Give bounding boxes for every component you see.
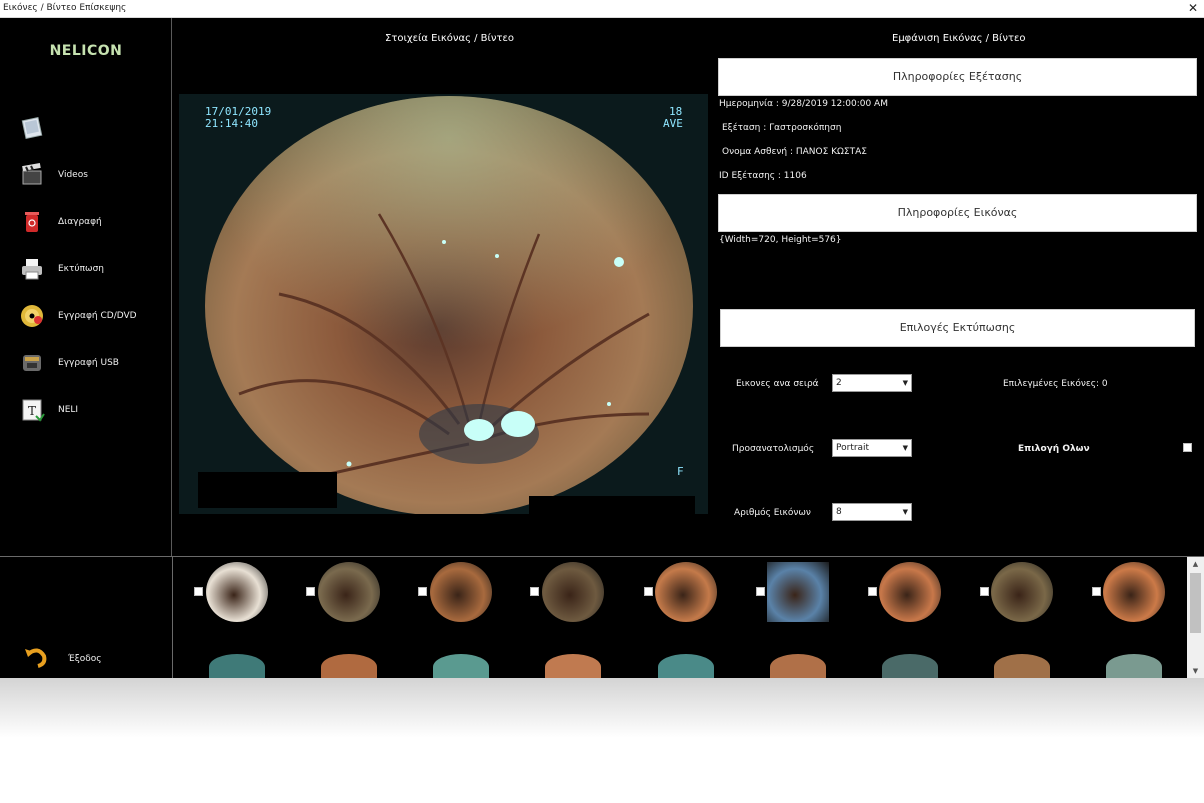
thumbnail-3[interactable] (430, 562, 492, 622)
thumbnail-5[interactable] (655, 562, 717, 622)
endoscopy-image (205, 96, 693, 514)
svg-text:T: T (28, 404, 36, 418)
chevron-down-icon: ▼ (902, 444, 908, 452)
gallery-icon (21, 116, 43, 140)
thumbnail-checkbox[interactable] (1092, 587, 1101, 596)
app-root: Εικόνες / Βίντεο Επίσκεψης ✕ NELICON Vid… (0, 0, 1204, 803)
sidebar-item-label: Videos (58, 170, 88, 180)
thumbnail-checkbox[interactable] (306, 587, 315, 596)
per-row-label: Εικονες ανα σειρά (736, 379, 819, 389)
thumbnail-row2[interactable] (882, 654, 938, 678)
image-size: {Width=720, Height=576} (719, 235, 842, 245)
per-row-value: 2 (836, 378, 842, 388)
thumbnail-strip (173, 557, 1187, 678)
sidebar: NELICON Videos Διαγραφή Εκτύπωση Εγγραφή… (0, 18, 172, 556)
image-info-button[interactable]: Πληροφορίες Εικόνας (718, 194, 1197, 232)
image-count-select[interactable]: 8 ▼ (832, 503, 912, 521)
brand-logo: NELICON (49, 43, 123, 59)
exit-button-area[interactable]: Έξοδος (24, 646, 144, 670)
sidebar-item-burn-cd[interactable]: Εγγραφή CD/DVD (18, 302, 168, 332)
select-all-label: Επιλογή Ολων (1018, 444, 1090, 454)
thumbnail-9[interactable] (1103, 562, 1165, 622)
trash-icon (25, 212, 39, 232)
thumbnail-7[interactable] (879, 562, 941, 622)
thumbnail-scrollbar[interactable]: ▲ ▼ (1187, 557, 1204, 678)
thumbnail-row2[interactable] (994, 654, 1050, 678)
thumbnail-2[interactable] (318, 562, 380, 622)
sidebar-item-burn-usb[interactable]: Εγγραφή USB (18, 349, 168, 379)
text-document-icon: T (22, 399, 45, 422)
thumbnail-checkbox[interactable] (756, 587, 765, 596)
thumbnail-4[interactable] (542, 562, 604, 622)
main-window: NELICON Videos Διαγραφή Εκτύπωση Εγγραφή… (0, 18, 1204, 678)
image-details-heading: Στοιχεία Εικόνας / Βίντεο (385, 33, 515, 44)
sidebar-item-label: Διαγραφή (58, 217, 102, 227)
undo-arrow-icon (25, 648, 47, 668)
exam-date: Ημερομηνία : 9/28/2019 12:00:00 AM (719, 99, 888, 109)
film-clapper-icon (22, 162, 42, 185)
redaction-box (198, 472, 337, 508)
title-bar: Εικόνες / Βίντεο Επίσκεψης ✕ (0, 0, 1204, 18)
orientation-label: Προσανατολισμός (732, 444, 815, 454)
osd-flag: F (677, 465, 684, 478)
thumbnail-row2[interactable] (209, 654, 265, 678)
close-icon[interactable]: ✕ (1188, 1, 1198, 15)
sidebar-item-print[interactable]: Εκτύπωση (18, 255, 168, 285)
image-count-value: 8 (836, 507, 842, 517)
thumbnail-row2[interactable] (545, 654, 601, 678)
chevron-down-icon: ▼ (902, 508, 908, 516)
sidebar-item-neli[interactable]: T NELI (18, 396, 168, 426)
sidebar-item-gallery[interactable] (18, 114, 168, 144)
sidebar-item-label: Εγγραφή CD/DVD (58, 311, 137, 321)
print-options-button[interactable]: Επιλογές Εκτύπωσης (720, 309, 1195, 347)
orientation-value: Portrait (836, 443, 870, 453)
thumbnail-row2[interactable] (770, 654, 826, 678)
window-title: Εικόνες / Βίντεο Επίσκεψης (3, 3, 127, 13)
thumbnail-row2[interactable] (433, 654, 489, 678)
image-count-label: Αριθμός Εικόνων (734, 508, 811, 518)
scroll-up-icon[interactable]: ▲ (1187, 557, 1204, 571)
thumbnail-row2[interactable] (321, 654, 377, 678)
image-viewer[interactable]: 17/01/2019 21:14:40 18 AVE F (179, 94, 708, 514)
exit-label: Έξοδος (68, 654, 102, 664)
thumbnail-checkbox[interactable] (530, 587, 539, 596)
redaction-box (529, 496, 695, 514)
osd-time: 21:14:40 (205, 117, 258, 130)
osd-mode: AVE (663, 117, 683, 130)
chevron-down-icon: ▼ (902, 379, 908, 387)
exam-id: ID Εξέτασης : 1106 (719, 171, 807, 181)
orientation-select[interactable]: Portrait ▼ (832, 439, 912, 457)
per-row-select[interactable]: 2 ▼ (832, 374, 912, 392)
patient-name: Ονομα Ασθενή : ΠΑΝΟΣ ΚΩΣΤΑΣ (722, 147, 867, 157)
scroll-thumb[interactable] (1190, 573, 1201, 633)
usb-drive-icon (23, 355, 41, 371)
thumbnail-row2[interactable] (658, 654, 714, 678)
thumbnail-checkbox[interactable] (644, 587, 653, 596)
sidebar-item-label: Εκτύπωση (58, 264, 104, 274)
display-heading: Εμφάνιση Εικόνας / Βίντεο (892, 33, 1026, 44)
exam-type: Εξέταση : Γαστροσκόπηση (722, 123, 842, 133)
select-all-checkbox[interactable] (1183, 443, 1192, 452)
sidebar-item-label: NELI (58, 405, 79, 415)
selected-count-label: Επιλεγμένες Εικόνες: 0 (1003, 379, 1108, 389)
exam-info-button[interactable]: Πληροφορίες Εξέτασης (718, 58, 1197, 96)
scroll-down-icon[interactable]: ▼ (1187, 664, 1204, 678)
sidebar-item-label: Εγγραφή USB (58, 358, 119, 368)
thumbnail-checkbox[interactable] (418, 587, 427, 596)
thumbnail-1[interactable] (206, 562, 268, 622)
printer-icon (22, 259, 42, 280)
thumbnail-row2[interactable] (1106, 654, 1162, 678)
disc-icon (21, 305, 43, 327)
thumbnail-checkbox[interactable] (868, 587, 877, 596)
thumbnail-8[interactable] (991, 562, 1053, 622)
thumbnail-checkbox[interactable] (194, 587, 203, 596)
sidebar-item-videos[interactable]: Videos (18, 161, 168, 191)
thumbnail-6-selected[interactable] (767, 562, 829, 622)
thumbnail-checkbox[interactable] (980, 587, 989, 596)
sidebar-item-delete[interactable]: Διαγραφή (18, 208, 168, 238)
reflection-effect (0, 678, 1204, 738)
